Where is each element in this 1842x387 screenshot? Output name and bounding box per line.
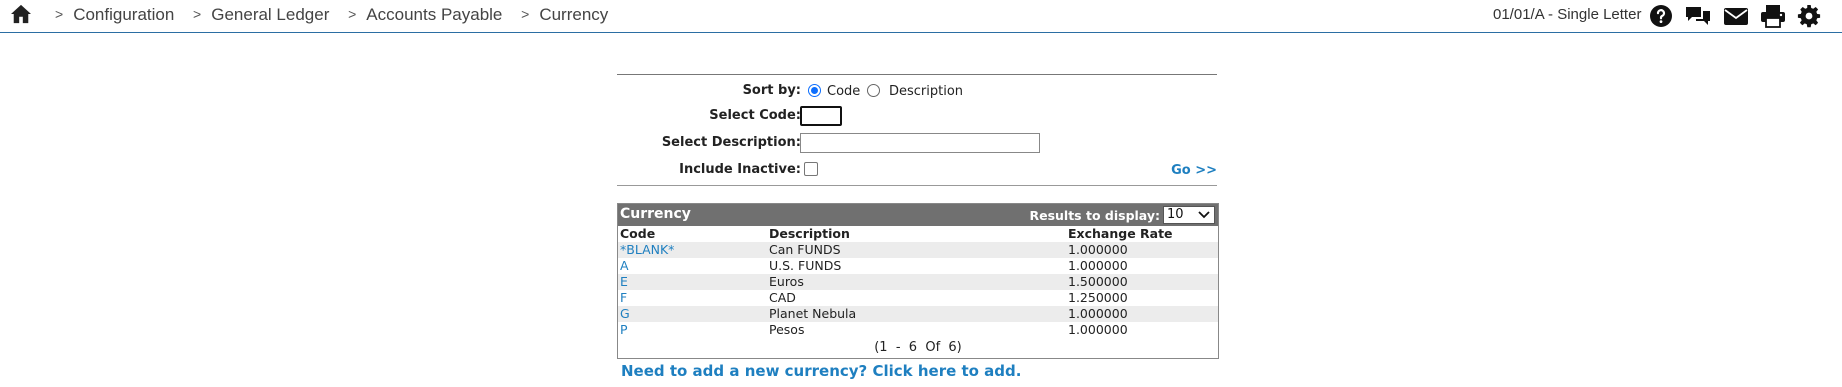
add-currency-link[interactable]: Need to add a new currency? Click here t… xyxy=(621,362,1021,380)
gear-icon[interactable] xyxy=(1796,4,1822,28)
chat-icon[interactable] xyxy=(1685,4,1711,28)
sort-by-label: Sort by: xyxy=(742,83,801,98)
results-title: Currency xyxy=(620,206,691,222)
sort-code-radio[interactable] xyxy=(808,84,821,97)
select-description-label: Select Description: xyxy=(661,135,801,150)
row-code-link[interactable]: E xyxy=(620,274,628,289)
print-icon[interactable] xyxy=(1760,4,1786,28)
include-inactive-label: Include Inactive: xyxy=(679,162,801,177)
row-exchange-rate: 1.000000 xyxy=(1068,258,1128,273)
row-description: CAD xyxy=(769,290,796,305)
results-to-display-label: Results to display: xyxy=(1029,208,1160,223)
company-context-label[interactable]: 01/01/A - Single Letter xyxy=(1493,6,1641,23)
row-description: Can FUNDS xyxy=(769,242,841,257)
breadcrumb-separator: > xyxy=(348,6,357,22)
results-rows: *BLANK* Can FUNDS 1.000000 A U.S. FUNDS … xyxy=(618,242,1218,338)
results-to-display-value: 10 xyxy=(1167,207,1184,222)
chevron-down-icon xyxy=(1198,211,1210,219)
row-exchange-rate: 1.250000 xyxy=(1068,290,1128,305)
table-row: F CAD 1.250000 xyxy=(618,290,1218,306)
filter-form: Sort by: Code Description Select Code: S… xyxy=(617,74,1217,186)
inactive-row: Include Inactive: Go >> xyxy=(617,159,1217,183)
select-description-input[interactable] xyxy=(800,133,1040,153)
row-description: Pesos xyxy=(769,322,805,337)
row-exchange-rate: 1.000000 xyxy=(1068,306,1128,321)
row-exchange-rate: 1.000000 xyxy=(1068,242,1128,257)
sort-description-radio[interactable] xyxy=(867,84,880,97)
home-icon[interactable] xyxy=(10,4,32,24)
breadcrumb-separator: > xyxy=(55,6,64,22)
sort-code-label[interactable]: Code xyxy=(827,84,860,99)
table-row: G Planet Nebula 1.000000 xyxy=(618,306,1218,322)
select-code-label: Select Code: xyxy=(709,108,801,123)
results-header: Currency Results to display: 10 xyxy=(618,204,1218,226)
column-header-exchange-rate: Exchange Rate xyxy=(1068,226,1173,241)
breadcrumb-item-currency: Currency xyxy=(539,5,609,24)
pagination-summary: (1 - 6 Of 6) xyxy=(874,340,962,355)
column-header-description: Description xyxy=(769,226,850,241)
table-row: P Pesos 1.000000 xyxy=(618,322,1218,338)
code-row: Select Code: xyxy=(617,105,1217,129)
sort-row: Sort by: Code Description xyxy=(617,80,1217,104)
results-table: Currency Results to display: 10 Code Des… xyxy=(617,203,1219,359)
row-code-link[interactable]: P xyxy=(620,322,628,337)
table-row: *BLANK* Can FUNDS 1.000000 xyxy=(618,242,1218,258)
column-header-code: Code xyxy=(620,226,656,241)
breadcrumb-item-general-ledger[interactable]: General Ledger xyxy=(211,5,329,24)
breadcrumb: > Configuration > General Ledger > Accounts… xyxy=(55,5,622,25)
row-exchange-rate: 1.000000 xyxy=(1068,322,1128,337)
row-code-link[interactable]: A xyxy=(620,258,629,273)
breadcrumb-item-configuration[interactable]: Configuration xyxy=(73,5,174,24)
row-code-link[interactable]: G xyxy=(620,306,630,321)
results-to-display-select[interactable]: 10 xyxy=(1163,206,1215,224)
row-exchange-rate: 1.500000 xyxy=(1068,274,1128,289)
table-row: A U.S. FUNDS 1.000000 xyxy=(618,258,1218,274)
breadcrumb-separator: > xyxy=(521,6,530,22)
description-row: Select Description: xyxy=(617,132,1217,156)
row-description: Euros xyxy=(769,274,804,289)
breadcrumb-separator: > xyxy=(193,6,202,22)
sort-description-label[interactable]: Description xyxy=(889,84,963,99)
top-bar: > Configuration > General Ledger > Accounts… xyxy=(0,0,1842,33)
go-button[interactable]: Go >> xyxy=(1171,163,1217,178)
row-description: U.S. FUNDS xyxy=(769,258,842,273)
mail-icon[interactable] xyxy=(1723,4,1749,28)
row-code-link[interactable]: *BLANK* xyxy=(620,242,674,257)
select-code-input[interactable] xyxy=(800,106,842,126)
table-row: E Euros 1.500000 xyxy=(618,274,1218,290)
help-icon[interactable] xyxy=(1648,4,1674,28)
breadcrumb-item-accounts-payable[interactable]: Accounts Payable xyxy=(366,5,502,24)
row-description: Planet Nebula xyxy=(769,306,857,321)
include-inactive-checkbox[interactable] xyxy=(804,162,818,176)
row-code-link[interactable]: F xyxy=(620,290,627,305)
